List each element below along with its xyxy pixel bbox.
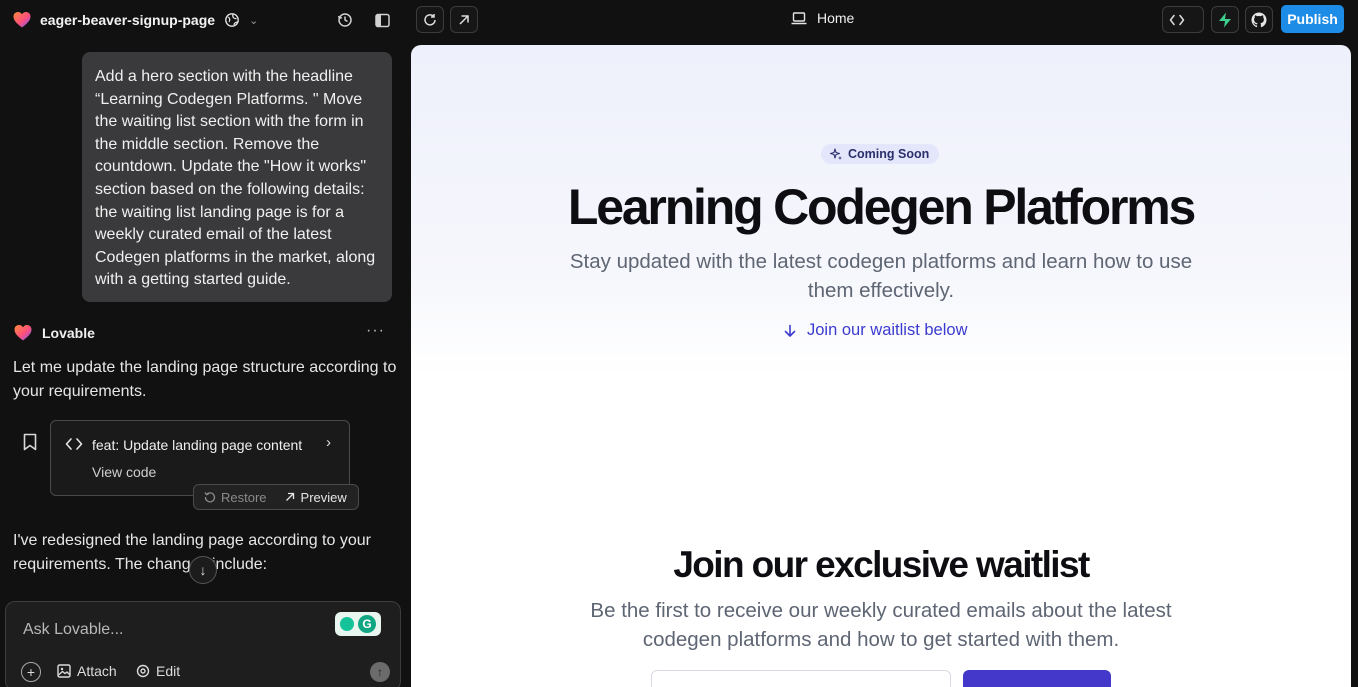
attach-label: Attach: [77, 663, 117, 679]
email-field[interactable]: [651, 670, 951, 687]
waitlist-title: Join our exclusive waitlist: [673, 544, 1090, 585]
arrow-down-icon: ↓: [199, 562, 207, 578]
supabase-button[interactable]: [1211, 6, 1239, 33]
supabase-icon: [1219, 12, 1231, 27]
preview-label: Preview: [300, 489, 347, 505]
chevron-down-icon[interactable]: ⌄: [249, 14, 258, 27]
restore-button[interactable]: Restore: [204, 490, 267, 505]
target-icon: [136, 664, 150, 678]
send-button[interactable]: ↑: [370, 662, 390, 682]
grammarly-assistant-icon: [340, 617, 354, 631]
assistant-name: Lovable: [42, 325, 95, 341]
hero-subtitle: Stay updated with the latest codegen pla…: [569, 250, 1193, 302]
restore-label: Restore: [221, 489, 267, 505]
github-icon: [1251, 12, 1267, 27]
attach-button[interactable]: Attach: [57, 663, 117, 679]
user-message: Add a hero section with the headline “Le…: [82, 52, 392, 302]
lovable-avatar-icon: [14, 325, 32, 341]
waitlist-link[interactable]: Join our waitlist below: [783, 321, 968, 340]
chevron-right-icon[interactable]: ›: [326, 434, 331, 451]
lovable-logo-icon: [13, 12, 31, 28]
chat-input[interactable]: Ask Lovable...: [23, 621, 124, 639]
assistant-header: Lovable ···: [13, 322, 393, 344]
github-button[interactable]: [1245, 6, 1273, 33]
sidebar-toggle-icon[interactable]: [372, 10, 392, 30]
preview-button[interactable]: Preview: [284, 490, 347, 505]
grammarly-widget[interactable]: G: [335, 612, 381, 636]
restore-preview-bar: Restore Preview: [193, 484, 359, 510]
open-external-button[interactable]: [450, 6, 478, 33]
scroll-down-button[interactable]: ↓: [189, 556, 217, 584]
bookmark-icon[interactable]: [22, 433, 38, 451]
restore-icon: [204, 492, 216, 503]
more-options-icon[interactable]: ···: [366, 322, 385, 340]
external-arrow-icon: [285, 492, 294, 501]
code-brackets-icon: [1169, 14, 1185, 25]
route-label: Home: [817, 10, 855, 26]
badge-label: Coming Soon: [848, 147, 930, 161]
code-icon: [65, 438, 83, 450]
grammarly-icon: G: [358, 615, 376, 633]
refresh-button[interactable]: [416, 6, 444, 33]
coming-soon-badge: Coming Soon: [821, 144, 940, 164]
external-link-icon: [459, 14, 469, 25]
edit-button[interactable]: Edit: [136, 663, 180, 679]
site-preview: Coming Soon Learning Codegen Platforms S…: [411, 45, 1351, 687]
assistant-message: Let me update the landing page structure…: [13, 359, 397, 400]
hero-title: Learning Codegen Platforms: [567, 179, 1196, 235]
add-button[interactable]: +: [21, 662, 41, 682]
globe-icon[interactable]: [225, 13, 239, 27]
project-name[interactable]: eager-beaver-signup-page: [40, 12, 215, 28]
chat-input-box: Ask Lovable... G + Attach Edit ↑: [5, 601, 401, 687]
waitlist-link-label: Join our waitlist below: [807, 321, 968, 339]
laptop-icon: [791, 11, 807, 24]
project-header: eager-beaver-signup-page ⌄: [0, 0, 405, 40]
publish-button[interactable]: Publish: [1281, 5, 1344, 33]
join-waitlist-button[interactable]: [963, 670, 1111, 687]
code-view-button[interactable]: [1162, 6, 1204, 33]
arrow-down-icon: [784, 324, 796, 337]
route-selector[interactable]: Home: [791, 10, 854, 26]
view-code-link[interactable]: View code: [92, 464, 156, 480]
refresh-icon: [424, 13, 436, 26]
waitlist-subtitle: Be the first to receive our weekly curat…: [590, 599, 1172, 651]
sparkles-icon: [830, 147, 842, 160]
history-icon[interactable]: [335, 10, 355, 30]
edit-label: Edit: [156, 663, 181, 679]
app-window: eager-beaver-signup-page ⌄ Add a hero se…: [0, 0, 1358, 687]
image-icon: [57, 664, 71, 678]
commit-title: feat: Update landing page content: [92, 437, 303, 453]
